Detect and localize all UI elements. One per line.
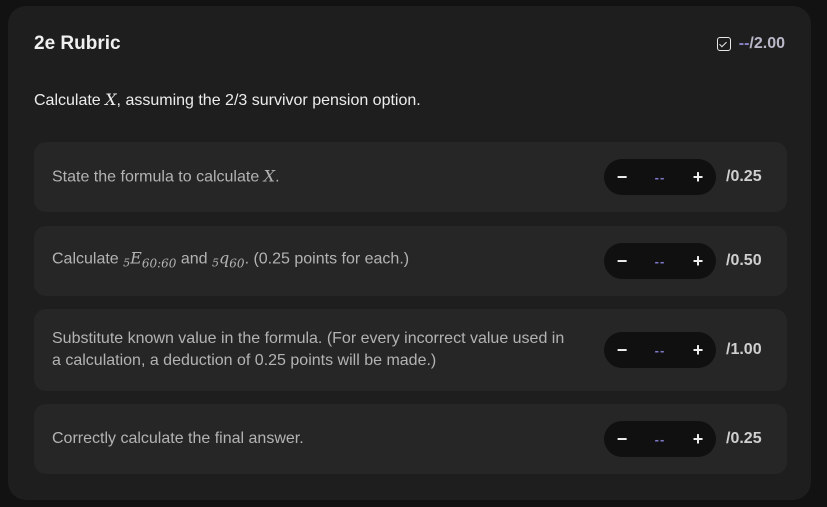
increment-button[interactable]: + xyxy=(688,251,708,272)
question-variable: X xyxy=(105,90,117,109)
decrement-button[interactable]: − xyxy=(612,251,632,272)
q-prefix-subscript: 5 xyxy=(212,256,220,270)
max-points: /0.50 xyxy=(726,252,762,269)
increment-button[interactable]: + xyxy=(688,429,708,450)
q-variable: q xyxy=(219,248,230,268)
increment-button[interactable]: + xyxy=(688,167,708,188)
checkbox-icon[interactable] xyxy=(716,37,731,51)
total-score-max: /2.00 xyxy=(749,35,785,52)
score-value[interactable]: -- xyxy=(655,432,666,447)
rubric-panel: 2e Rubric --/2.00 Calculate X, assuming … xyxy=(8,6,811,500)
question-prefix: Calculate xyxy=(34,92,106,109)
total-score-text: --/2.00 xyxy=(739,35,785,53)
total-score-value: -- xyxy=(738,35,750,52)
decrement-button[interactable]: − xyxy=(612,429,632,450)
item-text-prefix: State the formula to calculate xyxy=(52,168,264,186)
item-text-suffix: . (0.25 points for each.) xyxy=(244,250,410,268)
rubric-total-score: --/2.00 xyxy=(716,32,785,56)
decrement-button[interactable]: − xyxy=(612,340,632,361)
e-variable: E xyxy=(130,248,142,268)
score-stepper: − -- + xyxy=(604,421,716,457)
rubric-item-text: Calculate 5E60:60 and 5q60. (0.25 points… xyxy=(52,247,572,274)
max-points: /1.00 xyxy=(726,341,762,358)
q-subscript: 60 xyxy=(229,256,245,271)
question-suffix: , assuming the 2/3 survivor pension opti… xyxy=(116,92,421,109)
max-points: /0.25 xyxy=(726,430,762,447)
max-points: /0.25 xyxy=(726,168,762,185)
score-stepper: − -- + xyxy=(604,243,716,279)
rubric-title: 2e Rubric xyxy=(34,33,121,54)
item-text-suffix: . xyxy=(275,168,280,186)
rubric-item-text: Substitute known value in the formula. (… xyxy=(52,330,565,369)
decrement-button[interactable]: − xyxy=(612,167,632,188)
rubric-item-text: Correctly calculate the final answer. xyxy=(52,430,304,447)
rubric-item-2: Calculate 5E60:60 and 5q60. (0.25 points… xyxy=(34,226,787,296)
score-value[interactable]: -- xyxy=(655,254,666,269)
rubric-item-text: State the formula to calculate X. xyxy=(52,166,572,189)
item-variable: X xyxy=(263,166,276,186)
rubric-item-4: Correctly calculate the final answer. − … xyxy=(34,404,787,474)
score-value[interactable]: -- xyxy=(655,170,666,185)
question-text: Calculate X, assuming the 2/3 survivor p… xyxy=(34,90,421,111)
score-value[interactable]: -- xyxy=(655,343,666,358)
rubric-item-3: Substitute known value in the formula. (… xyxy=(34,309,787,391)
item-text-prefix: Calculate xyxy=(52,250,124,268)
e-subscript: 60:60 xyxy=(141,256,177,271)
score-stepper: − -- + xyxy=(604,332,716,368)
item-text-and: and xyxy=(176,250,213,268)
increment-button[interactable]: + xyxy=(688,340,708,361)
score-stepper: − -- + xyxy=(604,159,716,195)
rubric-item-1: State the formula to calculate X. − -- +… xyxy=(34,142,787,212)
rubric-header: 2e Rubric --/2.00 xyxy=(34,32,785,56)
